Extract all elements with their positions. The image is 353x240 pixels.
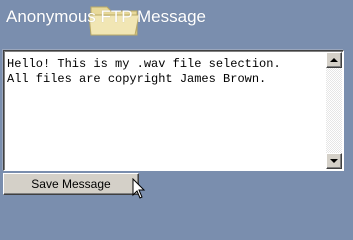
arrow-up-icon <box>330 58 338 62</box>
arrow-down-icon <box>330 159 338 163</box>
vertical-scrollbar[interactable] <box>326 52 342 169</box>
message-textarea[interactable]: Hello! This is my .wav file selection. A… <box>3 50 344 171</box>
scroll-down-button[interactable] <box>326 153 342 169</box>
save-message-button[interactable]: Save Message <box>3 173 139 195</box>
message-line: All files are copyright James Brown. <box>7 72 267 86</box>
page-title: Anonymous FTP Message <box>6 7 206 26</box>
message-text[interactable]: Hello! This is my .wav file selection. A… <box>7 57 323 87</box>
message-line: Hello! This is my .wav file selection. <box>7 57 281 71</box>
mouse-cursor-icon <box>132 178 146 199</box>
scroll-up-button[interactable] <box>326 52 342 68</box>
